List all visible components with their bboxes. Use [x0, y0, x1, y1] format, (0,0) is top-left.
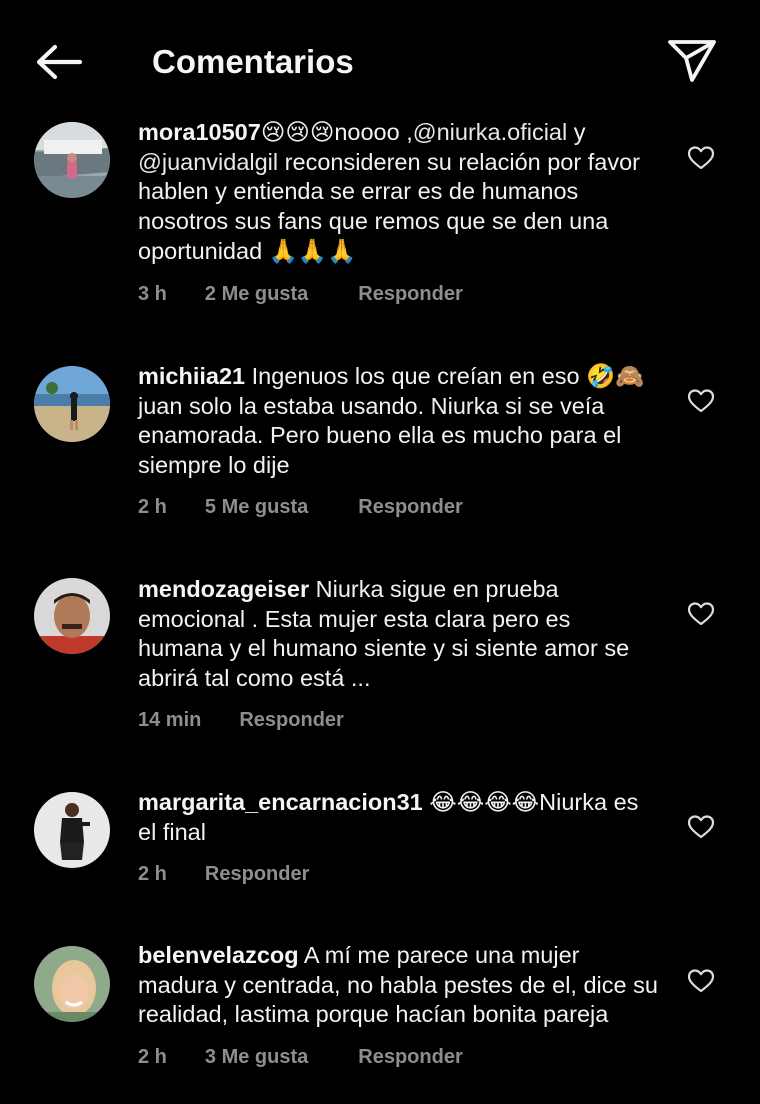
- like-button[interactable]: [687, 388, 715, 414]
- likes-count-link[interactable]: 3 Me gusta: [205, 1044, 308, 1070]
- like-button[interactable]: [687, 968, 715, 994]
- comment-text: mendozageiser Niurka sigue en prueba emo…: [138, 575, 658, 694]
- comment-username[interactable]: mora10507: [138, 119, 261, 145]
- comment-time: 2 h: [138, 496, 167, 518]
- reply-button[interactable]: Responder: [358, 494, 462, 520]
- comment-text-part: 😢😢😢noooo ,: [260, 119, 413, 145]
- comment-username[interactable]: belenvelazcog: [138, 942, 299, 968]
- reply-button[interactable]: Responder: [358, 281, 462, 307]
- comment-time: 2 h: [138, 1046, 167, 1068]
- back-button[interactable]: [28, 38, 90, 86]
- reply-button[interactable]: Responder: [358, 1044, 462, 1070]
- share-button[interactable]: [664, 36, 720, 86]
- reply-button[interactable]: Responder: [239, 707, 343, 733]
- comment-time: 14 min: [138, 709, 202, 731]
- comment-text: mora10507😢😢😢noooo ,@niurka.oficial y @ju…: [138, 118, 658, 267]
- likes-count-link[interactable]: 5 Me gusta: [205, 494, 308, 520]
- comment-username[interactable]: michiia21: [138, 363, 245, 389]
- comment-text: belenvelazcog A mí me parece una mujer m…: [138, 941, 658, 1030]
- reply-button[interactable]: Responder: [205, 861, 309, 887]
- avatar[interactable]: [34, 792, 110, 868]
- heart-icon: [687, 969, 715, 993]
- comment-text: margarita_encarnacion31 😂😂😂😂Niurka es el…: [138, 788, 658, 847]
- comment-meta: 3 h 2 Me gusta Responder: [138, 281, 463, 307]
- header-bar: Comentarios: [0, 0, 760, 120]
- likes-count-link[interactable]: 2 Me gusta: [205, 281, 308, 307]
- avatar[interactable]: [34, 578, 110, 654]
- arrow-left-icon: [36, 44, 83, 80]
- avatar[interactable]: [34, 122, 110, 198]
- mention-link[interactable]: @niurka.oficial: [413, 119, 567, 145]
- mention-link[interactable]: @juanvidalgil: [138, 149, 278, 175]
- heart-icon: [687, 389, 715, 413]
- comment-username[interactable]: mendozageiser: [138, 576, 309, 602]
- comment-username[interactable]: margarita_encarnacion31: [138, 789, 423, 815]
- comment-meta: 2 h Responder: [138, 861, 309, 887]
- avatar[interactable]: [34, 946, 110, 1022]
- comment-time: 3 h: [138, 283, 167, 305]
- comment-text: michiia21 Ingenuos los que creían en eso…: [138, 362, 658, 481]
- comment-meta: 2 h 5 Me gusta Responder: [138, 494, 463, 520]
- comment-time: 2 h: [138, 863, 167, 885]
- like-button[interactable]: [687, 145, 715, 171]
- heart-icon: [687, 815, 715, 839]
- comment-meta: 14 min Responder: [138, 707, 344, 733]
- like-button[interactable]: [687, 814, 715, 840]
- comment-meta: 2 h 3 Me gusta Responder: [138, 1044, 463, 1070]
- heart-icon: [687, 602, 715, 626]
- paper-plane-icon: [668, 40, 716, 82]
- comment-text-part: y: [567, 119, 586, 145]
- heart-icon: [687, 146, 715, 170]
- like-button[interactable]: [687, 601, 715, 627]
- page-title: Comentarios: [152, 43, 354, 80]
- avatar[interactable]: [34, 366, 110, 442]
